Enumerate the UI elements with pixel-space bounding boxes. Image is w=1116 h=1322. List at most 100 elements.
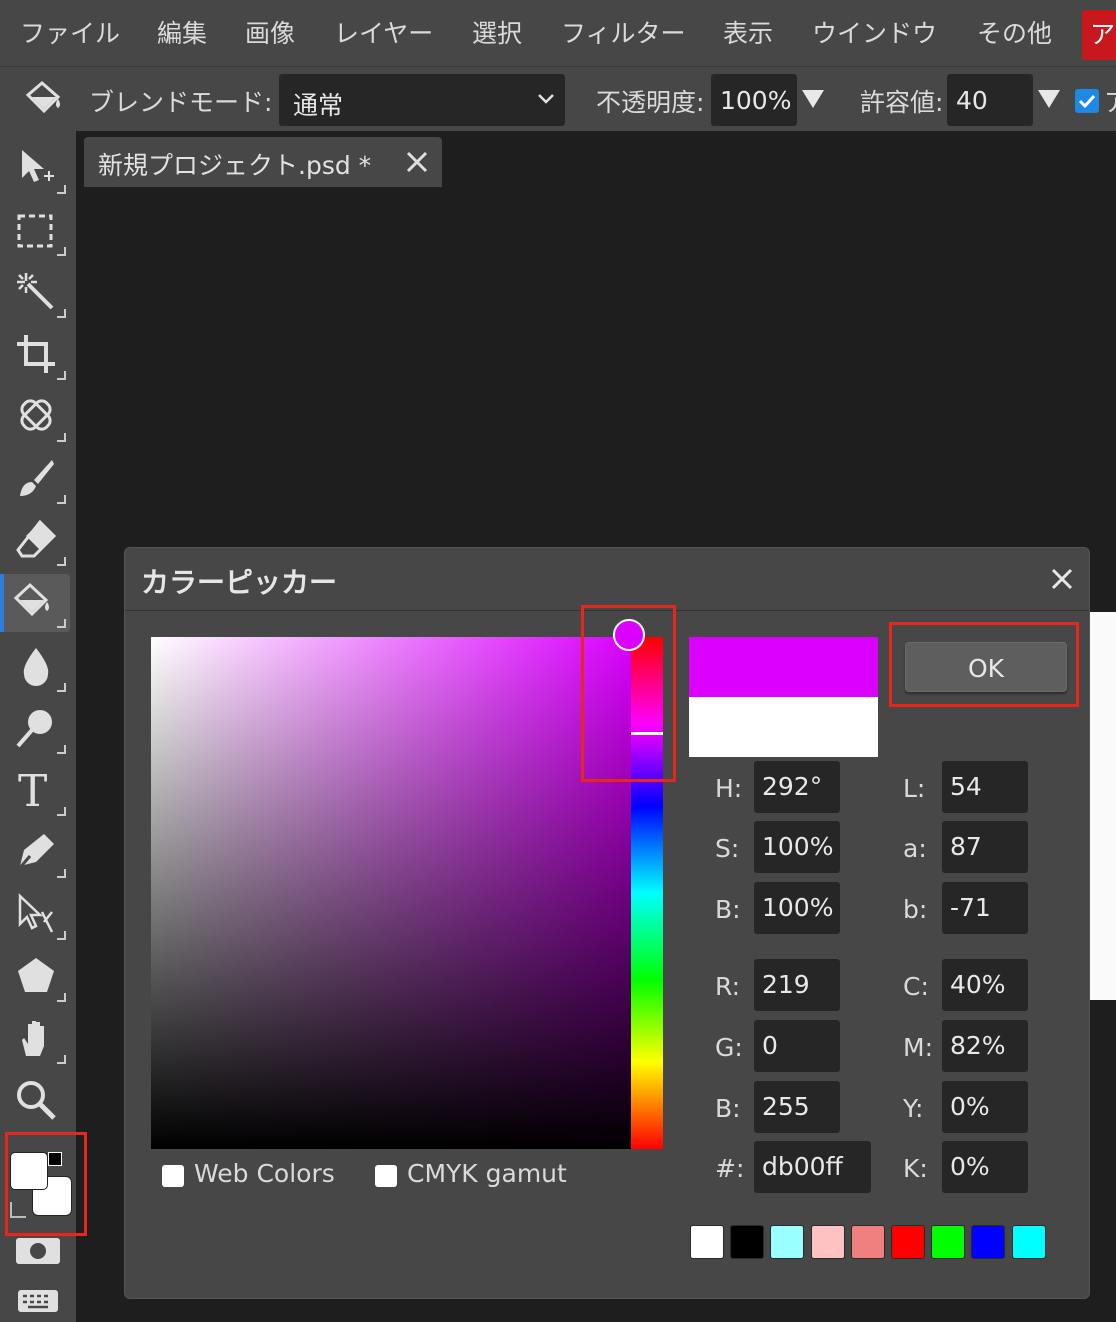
red-label: R:: [715, 972, 741, 1001]
smudge-icon: [16, 710, 52, 748]
healing-tool[interactable]: [8, 388, 70, 446]
brightness-field[interactable]: 100%: [754, 882, 840, 934]
cmyk-gamut-checkbox[interactable]: [375, 1165, 397, 1187]
crop-tool[interactable]: [8, 326, 70, 384]
palette-swatch-cyan[interactable]: [1012, 1225, 1046, 1259]
canvas-area[interactable]: [1088, 612, 1116, 1000]
menu-select[interactable]: 選択: [472, 14, 522, 50]
blue-label: B:: [715, 1094, 741, 1123]
blur-tool[interactable]: [8, 638, 70, 696]
options-bar: ブレンドモード: 通常 不透明度: 100% 許容値: 40 ア: [0, 66, 1116, 131]
text-icon: T: [18, 768, 47, 812]
opacity-input[interactable]: 100%: [711, 74, 797, 126]
menu-filter[interactable]: フィルター: [561, 14, 686, 50]
eraser-tool[interactable]: [8, 512, 70, 570]
document-tab[interactable]: 新規プロジェクト.psd *: [84, 137, 442, 187]
menu-view[interactable]: 表示: [723, 14, 773, 50]
hand-tool[interactable]: [8, 1010, 70, 1068]
lab-a-label: a:: [903, 834, 927, 863]
web-colors-label: Web Colors: [194, 1159, 335, 1188]
crop-icon: [17, 335, 55, 373]
menu-window[interactable]: ウインドウ: [812, 14, 937, 50]
menu-file[interactable]: ファイル: [20, 14, 120, 50]
cyan-field[interactable]: 40%: [942, 959, 1028, 1011]
pentagon-icon: [18, 958, 54, 992]
shape-tool[interactable]: [8, 948, 70, 1006]
brush-tool[interactable]: [8, 450, 70, 508]
tolerance-input[interactable]: 40: [947, 74, 1033, 126]
green-value: 0: [762, 1031, 778, 1060]
yellow-label: Y:: [903, 1094, 924, 1123]
opacity-dropdown-icon[interactable]: [802, 90, 824, 108]
close-icon[interactable]: [1049, 566, 1075, 592]
chevron-down-icon: [538, 94, 554, 104]
path-select-tool[interactable]: [8, 886, 70, 944]
cyan-value: 40%: [950, 970, 1006, 999]
quick-mask-button[interactable]: [16, 1238, 60, 1264]
menu-layer[interactable]: レイヤー: [334, 14, 433, 50]
move-arrow-icon: [22, 150, 54, 182]
magenta-field[interactable]: 82%: [942, 1020, 1028, 1072]
black-field[interactable]: 0%: [942, 1141, 1028, 1193]
document-tab-title: 新規プロジェクト.psd *: [98, 151, 372, 180]
hue-label: H:: [715, 774, 743, 803]
lab-l-field[interactable]: 54: [942, 761, 1028, 813]
saturation-field[interactable]: 100%: [754, 821, 840, 873]
opacity-label: 不透明度:: [596, 88, 705, 117]
marquee-tool[interactable]: [8, 202, 70, 260]
saturation-brightness-area[interactable]: [151, 637, 631, 1149]
highlight-hue-area: [581, 605, 676, 782]
lab-b-field[interactable]: -71: [942, 882, 1028, 934]
account-button[interactable]: ア: [1082, 10, 1116, 60]
keyboard-icon[interactable]: [18, 1290, 58, 1312]
drop-icon: [23, 648, 49, 686]
palette-swatch-white[interactable]: [690, 1225, 724, 1259]
black-value: 0%: [950, 1152, 990, 1181]
web-colors-checkbox[interactable]: [162, 1165, 184, 1187]
paint-bucket-icon: [22, 79, 66, 123]
cmyk-gamut-label: CMYK gamut: [407, 1159, 567, 1188]
magic-wand-tool[interactable]: [8, 264, 70, 322]
move-tool[interactable]: [8, 140, 70, 198]
paint-bucket-tool[interactable]: [0, 574, 70, 632]
eraser-icon: [16, 519, 57, 558]
close-icon[interactable]: [404, 149, 430, 175]
palette-swatch-light-pink[interactable]: [811, 1225, 845, 1259]
tolerance-label: 許容値:: [860, 88, 944, 117]
palette-swatch-black[interactable]: [730, 1225, 764, 1259]
contiguous-checkbox[interactable]: [1075, 89, 1099, 113]
menu-image[interactable]: 画像: [245, 14, 295, 50]
hex-field[interactable]: db00ff: [754, 1141, 871, 1193]
red-field[interactable]: 219: [754, 959, 840, 1011]
lab-b-value: -71: [950, 893, 991, 922]
dialog-title: カラーピッカー: [141, 566, 338, 599]
palette-swatch-salmon[interactable]: [851, 1225, 885, 1259]
bandage-icon: [20, 399, 52, 431]
mask-circle-icon: [30, 1243, 46, 1259]
magenta-label: M:: [903, 1033, 933, 1062]
lab-b-label: b:: [903, 895, 928, 924]
pen-tool[interactable]: [8, 824, 70, 882]
blue-field[interactable]: 255: [754, 1081, 840, 1133]
menu-more[interactable]: その他: [977, 14, 1052, 50]
text-tool[interactable]: T: [8, 762, 70, 820]
tolerance-dropdown-icon[interactable]: [1038, 90, 1060, 108]
smudge-tool[interactable]: [8, 700, 70, 758]
yellow-field[interactable]: 0%: [942, 1081, 1028, 1133]
svg-text:T: T: [18, 768, 47, 812]
menu-bar: ファイル 編集 画像 レイヤー 選択 フィルター 表示 ウインドウ その他 ア: [0, 0, 1116, 66]
green-field[interactable]: 0: [754, 1020, 840, 1072]
palette-swatch-red[interactable]: [891, 1225, 925, 1259]
contiguous-label: ア: [1104, 83, 1116, 119]
palette-swatch-light-cyan[interactable]: [770, 1225, 804, 1259]
marquee-icon: [17, 214, 53, 248]
palette-swatch-green[interactable]: [931, 1225, 965, 1259]
lab-a-field[interactable]: 87: [942, 821, 1028, 873]
blend-mode-value: 通常: [293, 91, 344, 120]
zoom-tool[interactable]: [8, 1072, 70, 1130]
palette-swatch-blue[interactable]: [971, 1225, 1005, 1259]
menu-edit[interactable]: 編集: [157, 14, 207, 50]
blend-mode-select[interactable]: 通常: [279, 74, 565, 126]
hue-field[interactable]: 292°: [754, 761, 840, 813]
hex-label: #:: [715, 1154, 745, 1183]
